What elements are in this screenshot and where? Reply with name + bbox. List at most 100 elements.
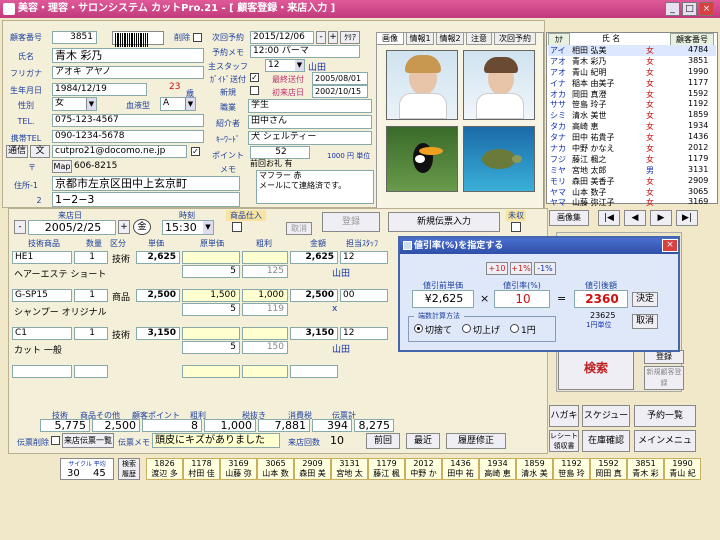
- product-purchase-checkbox[interactable]: [232, 222, 242, 232]
- list-item[interactable]: ヤマ 山本 数子 女 3065: [548, 187, 716, 198]
- list-item[interactable]: シミ 清水 美世 女 1859: [548, 110, 716, 121]
- radio-1yen[interactable]: [510, 324, 519, 333]
- table-row-empty[interactable]: [12, 365, 392, 379]
- dm-checkbox[interactable]: ✓: [250, 73, 259, 82]
- tab-caution[interactable]: 注意: [466, 32, 492, 45]
- recent-customer[interactable]: 3169 山藤 弥: [220, 458, 257, 480]
- dialog-close-icon[interactable]: ×: [662, 239, 678, 252]
- visit-date-field[interactable]: 2005/2/25: [28, 220, 116, 235]
- maximize-button[interactable]: □: [682, 2, 697, 16]
- table-row[interactable]: C1 1 技術 3,150 3,150 12 カット 一般 5 150 山田: [12, 327, 392, 365]
- recent-customer[interactable]: 2909 森田 美: [294, 458, 331, 480]
- search-history-button[interactable]: 検索履歴: [118, 458, 140, 480]
- prev-record-button[interactable]: ◀: [624, 210, 646, 226]
- slip-memo-field[interactable]: 頭皮にキズがありました: [152, 433, 280, 448]
- main-menu-button[interactable]: メインメニュー: [634, 430, 696, 466]
- tel-field[interactable]: 075-123-4567: [52, 114, 204, 127]
- introducer-field[interactable]: 田中さん: [248, 115, 372, 129]
- next-date-minus-button[interactable]: -: [316, 31, 326, 44]
- map-button[interactable]: Map: [52, 160, 72, 173]
- table-row[interactable]: G-SP15 1 商品 2,500 1,500 1,000 2,500 00 シ…: [12, 289, 392, 327]
- mail-checkbox[interactable]: ✓: [191, 147, 200, 156]
- first-record-button[interactable]: |◀: [598, 210, 620, 226]
- memo-field[interactable]: マフラー 赤 メールにて連絡済です。: [256, 170, 374, 204]
- rate-minus1-button[interactable]: -1%: [534, 262, 556, 275]
- list-item[interactable]: ヤマ 山藤 弥江子 女 3169: [548, 197, 716, 208]
- unpaid-checkbox[interactable]: [511, 222, 521, 232]
- tab-next-reserve[interactable]: 次回予約: [494, 32, 536, 45]
- customer-photo-1[interactable]: [386, 50, 458, 120]
- recent-customer[interactable]: 1990 青山 紀: [664, 458, 701, 480]
- list-item[interactable]: オカ 岡田 真澄 女 1592: [548, 89, 716, 100]
- history-edit-button[interactable]: 履歴修正: [446, 433, 506, 449]
- customer-photo-2[interactable]: [463, 50, 535, 120]
- name-field[interactable]: 青木 彩乃: [52, 48, 204, 63]
- image-gallery-button[interactable]: 画像集: [549, 210, 589, 226]
- recent-customer[interactable]: 2012 中野 か: [405, 458, 442, 480]
- radio-roundup[interactable]: [462, 324, 471, 333]
- stock-check-button[interactable]: 在庫確認: [582, 430, 630, 452]
- customer-id-field[interactable]: 3851: [52, 31, 97, 44]
- list-item[interactable]: アオ 青山 紀明 女 1990: [548, 67, 716, 78]
- table-row[interactable]: HE1 1 技術 2,625 2,625 12 ヘアーエステ ショート 5 12…: [12, 251, 392, 289]
- delete-checkbox[interactable]: [193, 33, 202, 42]
- reservation-list-button[interactable]: 予約一覧: [634, 405, 696, 427]
- rate-field[interactable]: 10: [494, 290, 550, 308]
- dob-field[interactable]: 1984/12/19: [52, 83, 147, 96]
- keyword-field[interactable]: 犬 シェルティー: [248, 131, 372, 145]
- register-button[interactable]: 登録: [322, 212, 380, 232]
- recent-customer[interactable]: 1192 笹島 玲: [553, 458, 590, 480]
- main-staff-dropdown-icon[interactable]: ▼: [295, 60, 304, 71]
- sex-dropdown-icon[interactable]: ▼: [86, 98, 96, 110]
- minimize-button[interactable]: _: [665, 2, 680, 16]
- tab-image[interactable]: 画像: [376, 32, 404, 45]
- tab-info2[interactable]: 情報2: [436, 32, 464, 45]
- side-register-button[interactable]: 登録: [644, 350, 684, 364]
- addr2-field[interactable]: 1−2−3: [52, 192, 240, 207]
- postcard-button[interactable]: ハガキ: [549, 405, 579, 427]
- rate-plus10-button[interactable]: +10: [486, 262, 508, 275]
- radio-truncate[interactable]: [414, 324, 423, 333]
- dialog-cancel-button[interactable]: 取消: [632, 314, 658, 329]
- mail-send-button[interactable]: 文: [30, 145, 50, 158]
- list-item[interactable]: イナ 稲本 由美子 女 1177: [548, 78, 716, 89]
- recent-customer[interactable]: 1934 高崎 恵: [479, 458, 516, 480]
- receipt-button[interactable]: レシート領収書: [549, 430, 579, 452]
- mail-label-button[interactable]: 通信: [6, 145, 28, 158]
- recent-customer[interactable]: 3851 青木 彩: [627, 458, 664, 480]
- blood-dropdown-icon[interactable]: ▼: [185, 98, 195, 110]
- list-item[interactable]: タナ 田中 祐貴子 女 1436: [548, 132, 716, 143]
- cancel-visit-button[interactable]: 取消: [286, 222, 312, 235]
- prev-visit-button[interactable]: 前回: [366, 433, 400, 449]
- addr1-field[interactable]: 京都市左京区田中上玄京町: [52, 176, 240, 191]
- mail-field[interactable]: cutpro21@docomo.ne.jp: [52, 145, 187, 158]
- latest-visit-button[interactable]: 最近: [406, 433, 440, 449]
- last-record-button[interactable]: ▶|: [676, 210, 698, 226]
- list-item[interactable]: タカ 高崎 恵 女 1934: [548, 121, 716, 132]
- tab-info1[interactable]: 情報1: [406, 32, 434, 45]
- recent-customer[interactable]: 3131 宮地 太: [331, 458, 368, 480]
- new-customer-checkbox[interactable]: [250, 86, 259, 95]
- visit-date-minus-button[interactable]: -: [14, 220, 26, 234]
- reserve-memo-field[interactable]: 12:00 パーマ: [250, 45, 360, 58]
- visit-date-plus-button[interactable]: +: [118, 220, 130, 234]
- list-item[interactable]: フジ 藤江 楓之 女 1179: [548, 154, 716, 165]
- next-date-clear-button[interactable]: ｸﾘｱ: [340, 31, 360, 44]
- mobile-field[interactable]: 090-1234-5678: [52, 130, 204, 143]
- dialog-decide-button[interactable]: 決定: [632, 292, 658, 307]
- next-date-plus-button[interactable]: +: [328, 31, 338, 44]
- list-item[interactable]: ササ 笹島 玲子 女 1192: [548, 99, 716, 110]
- next-reserve-date[interactable]: 2015/12/06: [250, 31, 314, 44]
- photo-turtle[interactable]: [463, 126, 535, 192]
- photo-toucan[interactable]: [386, 126, 458, 192]
- close-button[interactable]: ×: [699, 2, 714, 16]
- next-record-button[interactable]: ▶: [650, 210, 672, 226]
- visit-slip-list-button[interactable]: 来店伝票一覧: [62, 433, 114, 448]
- slip-delete-checkbox[interactable]: [51, 436, 60, 445]
- kana-field[interactable]: アオキ アヤノ: [52, 66, 204, 79]
- new-customer-button[interactable]: 新規顧客登録: [644, 366, 684, 390]
- recent-customer[interactable]: 1178 村田 佳: [183, 458, 220, 480]
- recent-customer[interactable]: 1859 清水 美: [516, 458, 553, 480]
- schedule-button[interactable]: スケジュール: [582, 405, 630, 441]
- recent-customer[interactable]: 1179 藤江 楓: [368, 458, 405, 480]
